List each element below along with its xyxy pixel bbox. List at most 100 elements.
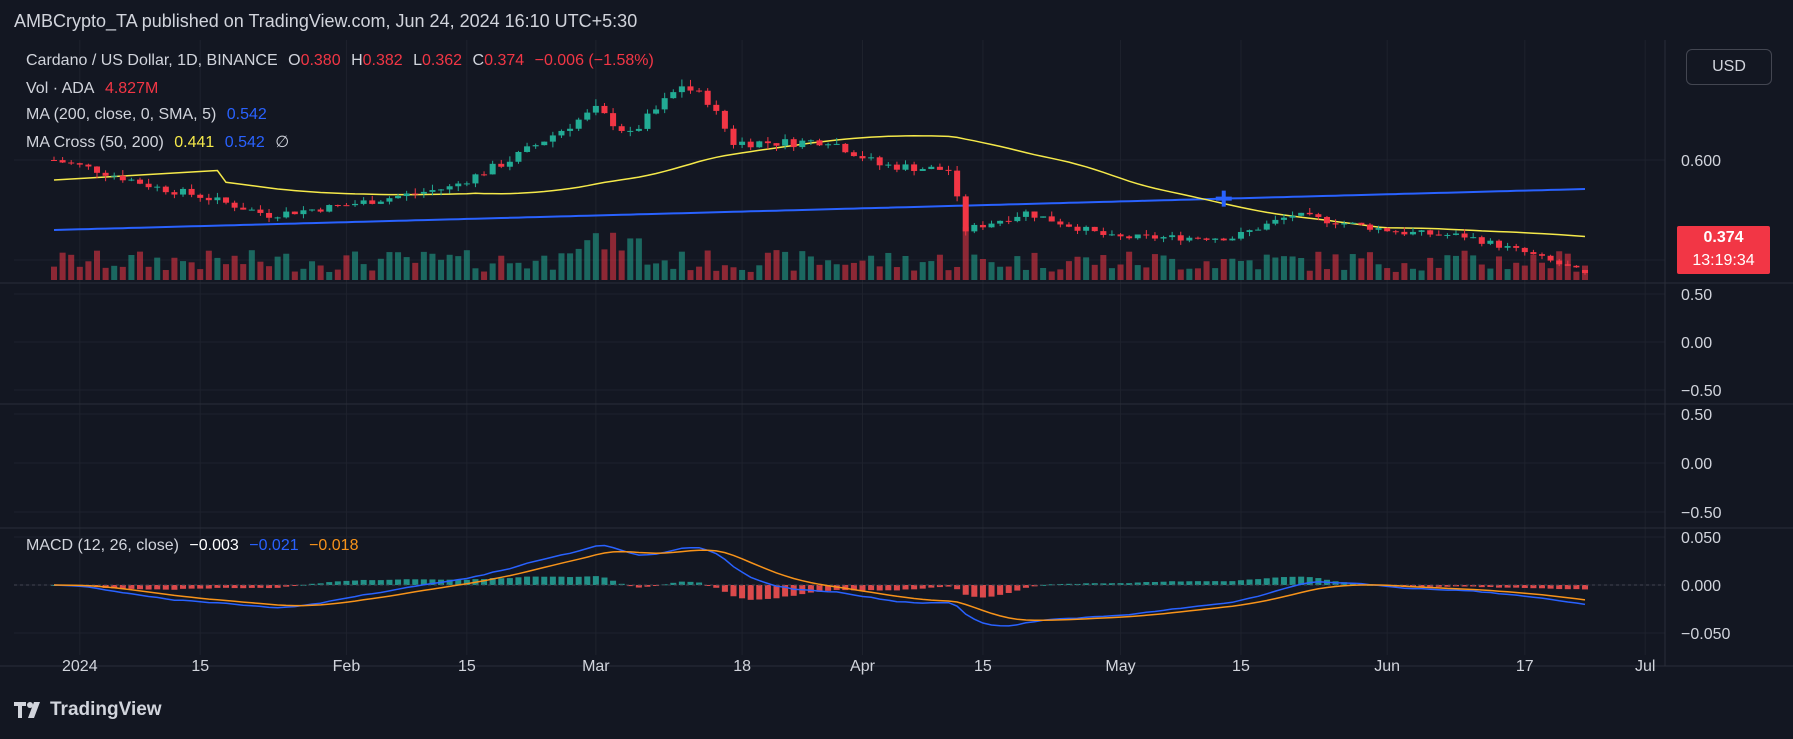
osc2-tick: 0.00: [1681, 456, 1712, 473]
volume-bar: [825, 260, 832, 280]
candle-body: [1306, 212, 1313, 215]
macd-hist-bar: [360, 579, 367, 585]
candle-body: [739, 141, 746, 145]
volume-bar: [919, 262, 926, 280]
candle-body: [317, 209, 324, 212]
candle-body: [696, 90, 703, 92]
volume-bar: [1022, 269, 1029, 280]
last-price-tag: 0.374 13:19:34: [1677, 226, 1770, 274]
candle-body: [455, 183, 462, 187]
candle-body: [76, 163, 83, 165]
volume-bar: [498, 255, 505, 280]
candle-body: [721, 110, 728, 129]
volume-bar: [592, 233, 599, 280]
candle-body: [1255, 229, 1262, 231]
volume-bar: [764, 252, 771, 280]
volume-bar: [756, 265, 763, 280]
ma-cross-legend[interactable]: MA Cross (50, 200) 0.441 0.542 ∅: [26, 132, 295, 152]
volume-bar: [420, 251, 427, 280]
macd-hist-bar: [919, 585, 926, 589]
macd-hist-bar: [154, 585, 161, 590]
volume-bar: [696, 266, 703, 280]
candle-body: [1495, 240, 1502, 248]
volume-bar: [1384, 268, 1391, 280]
candle-body: [1384, 228, 1391, 232]
time-tick: Apr: [850, 658, 876, 675]
volume-bar: [1461, 250, 1468, 280]
candle-body: [773, 143, 780, 146]
macd-hist-bar: [739, 585, 746, 599]
volume-bar: [59, 252, 66, 280]
volume-bar: [317, 265, 324, 280]
volume-bar: [481, 271, 488, 280]
candle-body: [111, 175, 118, 177]
volume-bar: [653, 263, 660, 280]
candle-body: [1332, 223, 1339, 225]
volume-bar: [1048, 271, 1055, 280]
volume-legend[interactable]: Vol · ADA 4.827M: [26, 80, 164, 98]
volume-bar: [283, 253, 290, 280]
volume-bar: [1091, 264, 1098, 280]
volume-bar: [1487, 268, 1494, 280]
volume-bar: [1083, 257, 1090, 280]
candle-body: [438, 189, 445, 191]
macd-hist-bar: [678, 581, 685, 585]
candle-body: [1409, 231, 1416, 235]
candle-body: [868, 157, 875, 159]
candle-body: [446, 186, 453, 190]
candle-body: [885, 164, 892, 166]
candle-body: [257, 209, 264, 213]
volume-bar: [1255, 269, 1262, 280]
time-tick: 15: [458, 658, 476, 675]
candle-body: [1556, 260, 1563, 265]
macd-legend[interactable]: MACD (12, 26, close) −0.003 −0.021 −0.01…: [26, 537, 364, 555]
volume-bar: [524, 268, 531, 280]
candle-body: [472, 174, 479, 184]
volume-bar: [274, 256, 281, 280]
volume-bar: [489, 263, 496, 280]
change-value: −0.006 (−1.58%): [534, 52, 654, 69]
candle-body: [653, 109, 660, 114]
tradingview-footer[interactable]: TradingView: [14, 699, 162, 721]
macd-hist-bar: [558, 576, 565, 585]
macd-hist-bar: [790, 585, 797, 596]
candle-body: [842, 143, 849, 153]
candle-body: [429, 190, 436, 192]
macd-hist-bar: [1306, 577, 1313, 585]
volume-bar: [885, 252, 892, 280]
volume-bar: [850, 262, 857, 280]
ma-legend[interactable]: MA (200, close, 0, SMA, 5) 0.542: [26, 106, 273, 124]
candle-body: [627, 130, 634, 132]
volume-bar: [532, 260, 539, 280]
time-tick: Jun: [1374, 658, 1400, 675]
macd-hist-bar: [128, 585, 135, 589]
volume-bar: [506, 263, 513, 280]
time-tick: May: [1105, 658, 1135, 675]
macd-hist-bar: [575, 576, 582, 585]
low-value: 0.362: [422, 52, 463, 69]
candle-body: [1237, 231, 1244, 239]
currency-button[interactable]: USD: [1686, 49, 1772, 85]
macd-hist-bar: [532, 576, 539, 585]
candle-body: [747, 141, 754, 148]
macd-hist-bar: [1556, 585, 1563, 590]
candle-body: [1212, 238, 1219, 240]
macd-hist-bar: [171, 585, 178, 590]
brand-name: TradingView: [50, 699, 162, 720]
macd-hist-bar: [971, 585, 978, 597]
candle-body: [128, 179, 135, 181]
candle-body: [825, 144, 832, 146]
volume-bar: [386, 252, 393, 280]
symbol-title[interactable]: Cardano / US Dollar, 1D, BINANCE: [26, 52, 278, 69]
volume-bar: [936, 254, 943, 280]
candle-body: [610, 113, 617, 127]
candle-body: [1478, 237, 1485, 244]
volume-bar: [412, 262, 419, 280]
candle-body: [309, 209, 316, 211]
candle-body: [403, 193, 410, 197]
candle-body: [489, 163, 496, 175]
macd-hist-bar: [137, 585, 144, 590]
candle-body: [1418, 230, 1425, 232]
macd-hist-bar: [524, 576, 531, 585]
macd-hist-bar: [1280, 577, 1287, 585]
